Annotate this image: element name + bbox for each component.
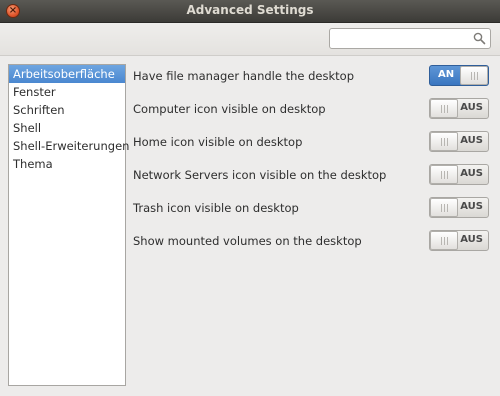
toggle-knob[interactable] [430, 231, 458, 250]
window-title: Advanced Settings [186, 3, 314, 17]
toggle-knob[interactable] [430, 132, 458, 151]
sidebar-item-shell-erweiterungen[interactable]: Shell-Erweiterungen [9, 137, 129, 155]
title-bar: × Advanced Settings [0, 0, 500, 23]
toolbar [0, 23, 500, 56]
toggle-knob[interactable] [430, 165, 458, 184]
setting-row-trash-icon: Trash icon visible on desktop AUS [133, 196, 493, 229]
setting-label: Have file manager handle the desktop [133, 69, 354, 83]
search-box[interactable] [329, 28, 491, 49]
toggle-state-label: AUS [460, 234, 483, 245]
setting-label: Show mounted volumes on the desktop [133, 234, 362, 248]
toggle-state-label: AUS [460, 168, 483, 179]
toggle-state-label: AUS [460, 135, 483, 146]
sidebar-item-thema[interactable]: Thema [9, 155, 125, 173]
toggle-knob[interactable] [430, 198, 458, 217]
trash-icon-toggle[interactable]: AUS [429, 197, 489, 218]
setting-row-mounted-volumes: Show mounted volumes on the desktop AUS [133, 229, 493, 262]
setting-label: Network Servers icon visible on the desk… [133, 168, 387, 182]
advanced-settings-window: × Advanced Settings Arbeitsoberfläche Fe… [0, 0, 500, 396]
network-servers-icon-toggle[interactable]: AUS [429, 164, 489, 185]
toggle-knob[interactable] [430, 99, 458, 118]
toggle-state-label: AN [438, 69, 455, 80]
sidebar-item-arbeitsoberflaeche[interactable]: Arbeitsoberfläche [9, 65, 125, 83]
setting-label: Trash icon visible on desktop [133, 201, 299, 215]
toggle-knob[interactable] [460, 66, 488, 85]
setting-label: Home icon visible on desktop [133, 135, 303, 149]
home-icon-toggle[interactable]: AUS [429, 131, 489, 152]
setting-row-file-manager-desktop: Have file manager handle the desktop AN [133, 64, 493, 97]
computer-icon-toggle[interactable]: AUS [429, 98, 489, 119]
toggle-state-label: AUS [460, 201, 483, 212]
sidebar-item-schriften[interactable]: Schriften [9, 101, 125, 119]
sidebar-item-shell[interactable]: Shell [9, 119, 125, 137]
setting-row-network-servers-icon: Network Servers icon visible on the desk… [133, 163, 493, 196]
mounted-volumes-toggle[interactable]: AUS [429, 230, 489, 251]
file-manager-desktop-toggle[interactable]: AN [429, 65, 489, 86]
search-input[interactable] [334, 31, 474, 48]
toggle-state-label: AUS [460, 102, 483, 113]
settings-panel: Have file manager handle the desktop AN … [133, 64, 493, 262]
search-icon[interactable] [473, 32, 486, 45]
sidebar-item-fenster[interactable]: Fenster [9, 83, 125, 101]
setting-label: Computer icon visible on desktop [133, 102, 326, 116]
setting-row-home-icon: Home icon visible on desktop AUS [133, 130, 493, 163]
category-sidebar: Arbeitsoberfläche Fenster Schriften Shel… [8, 64, 129, 386]
setting-row-computer-icon: Computer icon visible on desktop AUS [133, 97, 493, 130]
